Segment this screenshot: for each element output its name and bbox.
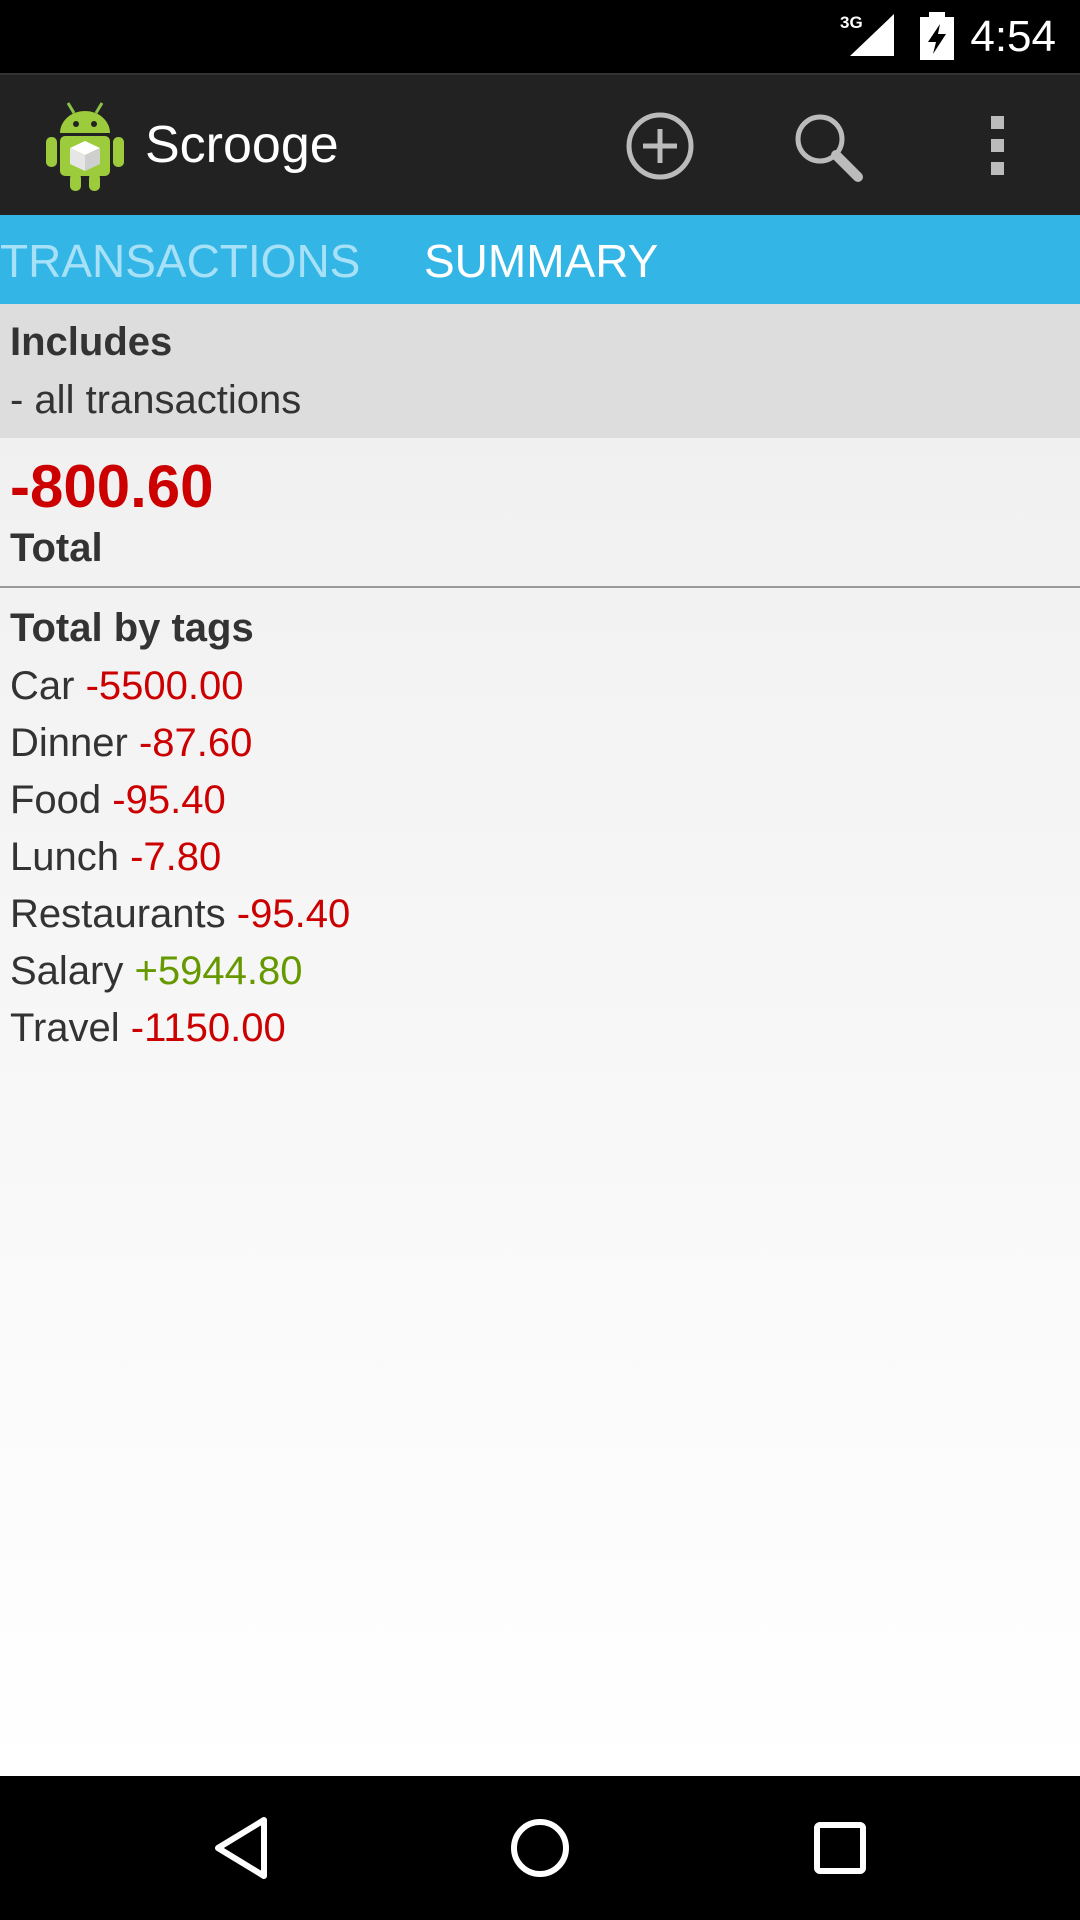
tag-amount: -7.80 [130,835,222,879]
tag-name: Food [10,778,102,822]
includes-label: Includes [10,320,173,364]
tag-name: Car [10,664,75,708]
tag-amount: +5944.80 [134,949,303,993]
tag-name: Salary [10,949,124,993]
app-title: Scrooge [145,116,339,174]
back-button[interactable] [202,1808,282,1888]
search-button[interactable] [782,101,872,191]
includes-section: Includes - all transactions [0,304,1080,438]
tag-amount: -1150.00 [130,1006,286,1050]
navigation-bar [0,1776,1080,1920]
tag-row: Dinner -87.60 [10,721,252,766]
overflow-menu-icon [991,116,1004,175]
includes-value: - all transactions [10,378,302,422]
divider [0,586,1080,588]
svg-text:3G: 3G [840,13,863,32]
total-value: -800.60 [10,453,214,520]
recents-button[interactable] [800,1808,880,1888]
tags-heading: Total by tags [10,606,254,650]
battery-charging-icon [920,12,954,60]
home-icon [511,1819,569,1877]
tab-transactions[interactable]: TRANSACTIONS [0,215,360,304]
tab-summary[interactable]: SUMMARY [424,215,658,304]
tag-row: Lunch -7.80 [10,835,221,880]
tag-row: Salary +5944.80 [10,949,302,994]
search-icon [795,114,863,182]
clock: 4:54 [970,12,1056,61]
total-label: Total [10,526,103,570]
action-bar: Scrooge [0,73,1080,215]
app-icon [46,102,124,191]
home-button[interactable] [500,1808,580,1888]
tag-name: Lunch [10,835,119,879]
status-bar: 3G 4:54 [0,0,1080,73]
signal-3g-icon: 3G [840,13,894,56]
summary-content: Includes - all transactions -800.60 Tota… [0,304,1080,1776]
tag-amount: -95.40 [236,892,351,936]
tag-row: Food -95.40 [10,778,226,823]
tag-name: Dinner [10,721,128,765]
tag-name: Restaurants [10,892,226,936]
add-button[interactable] [615,101,705,191]
recents-icon [814,1822,866,1874]
tag-row: Restaurants -95.40 [10,892,350,937]
overflow-menu-button[interactable] [952,101,1042,191]
back-icon [215,1817,267,1879]
tag-row: Travel -1150.00 [10,1006,286,1051]
tab-bar: TRANSACTIONS SUMMARY [0,215,1080,304]
tag-amount: -5500.00 [85,664,244,708]
tag-amount: -87.60 [138,721,253,765]
tag-row: Car -5500.00 [10,664,244,709]
add-icon [626,112,694,180]
tag-amount: -95.40 [112,778,226,822]
tag-name: Travel [10,1006,120,1050]
